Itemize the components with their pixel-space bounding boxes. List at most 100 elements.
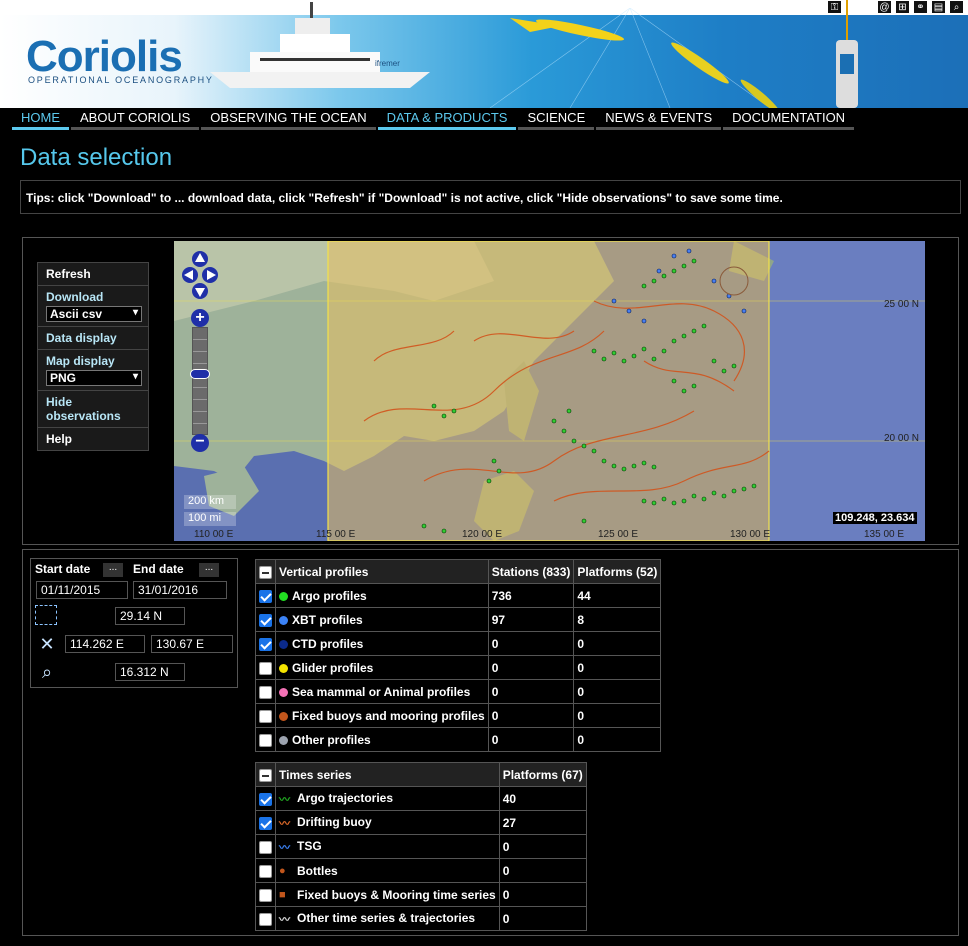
time-series-table: Times series Platforms (67) 〰 Argo trajec… [255,762,587,931]
zoom-slider-handle[interactable] [190,369,210,379]
data-display-button[interactable]: Data display [38,327,148,350]
series-label: Other time series & trajectories [297,910,476,925]
profile-label: CTD profiles [292,636,364,651]
profile-checkbox[interactable] [259,685,272,699]
select-box-icon[interactable] [35,605,57,625]
south-field[interactable]: 16.312 N [115,663,185,681]
ts-platforms-header: Platforms (67) [498,762,587,787]
map-display-button[interactable]: Map display [46,354,115,368]
map-format-select[interactable]: PNG ▾ [46,370,142,386]
trajectory-icon: 〰 [279,793,290,806]
profile-label-cell: Glider profiles [275,655,489,680]
profile-checkbox[interactable] [259,613,272,627]
checkbox-cell [255,906,276,931]
lon-label-120: 120 00 E [462,529,503,540]
profile-checkbox[interactable] [259,589,272,603]
nav-news-events[interactable]: NEWS & EVENTS [596,108,722,130]
zoom-area-icon[interactable]: ⌕ [35,661,59,683]
end-date-picker-button[interactable]: ... [199,563,219,577]
download-section: Download Ascii csv ▾ [38,286,148,327]
end-date-label: End date [133,562,184,576]
series-checkbox[interactable] [259,888,272,902]
platforms-cell: 0 [498,858,587,883]
zoom-in-button[interactable]: + [191,309,209,327]
stations-cell: 0 [487,679,575,704]
link-icon[interactable]: ⚭ [913,0,928,14]
checkbox-cell [255,655,276,680]
checkbox-cell [255,607,276,632]
profile-checkbox[interactable] [259,637,272,651]
utility-icons: ⚿ @ ⊞ ⚭ ▤ ⌕ [827,0,964,14]
select-all-checkbox[interactable] [259,565,272,579]
start-date-field[interactable]: 01/11/2015 [36,581,128,599]
series-label: TSG [297,838,322,853]
checkbox-cell [255,858,276,883]
profile-checkbox[interactable] [259,733,272,747]
download-format-select[interactable]: Ascii csv ▾ [46,306,142,322]
east-field[interactable]: 130.67 E [151,635,233,653]
download-button[interactable]: Download [46,290,103,304]
start-date-picker-button[interactable]: ... [103,563,123,577]
stations-cell: 0 [487,703,575,728]
pan-control[interactable] [182,249,218,301]
refresh-button[interactable]: Refresh [38,263,148,286]
series-label: Bottles [297,863,338,878]
hide-observations-button[interactable]: Hide observations [38,391,148,428]
scale-km: 200 km [184,495,236,509]
stations-header: Stations (833) [487,559,575,584]
help-button[interactable]: Help [38,428,148,450]
buoy-illustration [836,0,858,108]
trajectory-icon: ● [279,865,286,878]
platforms-cell: 0 [498,834,587,859]
series-checkbox[interactable] [259,864,272,878]
profile-label: Other profiles [292,732,371,747]
zoom-slider-track[interactable] [192,327,208,435]
profile-dot-icon [279,711,288,721]
main-nav: HOME ABOUT CORIOLIS OBSERVING THE OCEAN … [0,108,968,130]
select-all-checkbox[interactable] [259,768,272,782]
at-icon[interactable]: @ [877,0,892,14]
checkbox-cell [255,810,276,835]
series-checkbox[interactable] [259,840,272,854]
profile-checkbox[interactable] [259,661,272,675]
profile-dot-icon [279,639,288,649]
table-row: Argo profiles 736 44 [255,583,662,608]
vertical-profiles-table: Vertical profiles Stations (833) Platfor… [255,559,662,752]
profile-label: Argo profiles [292,588,367,603]
series-label: Fixed buoys & Mooring time series [297,887,496,902]
nav-home[interactable]: HOME [12,108,69,130]
checkbox-cell [255,679,276,704]
nav-observing-the-ocean[interactable]: OBSERVING THE OCEAN [201,108,376,130]
series-checkbox[interactable] [259,792,272,806]
table-row: Other profiles 0 0 [255,727,662,752]
series-label-cell: 〰 Other time series & trajectories [275,906,500,931]
table-row: Fixed buoys and mooring profiles 0 0 [255,703,662,728]
stations-cell: 0 [487,631,575,656]
platforms-cell: 0 [573,727,662,752]
nav-documentation[interactable]: DOCUMENTATION [723,108,855,130]
zoom-out-button[interactable]: − [191,434,209,452]
west-field[interactable]: 114.262 E [65,635,145,653]
profile-checkbox[interactable] [259,709,272,723]
profile-dot-icon [279,735,288,745]
sitemap-icon[interactable]: ⊞ [895,0,910,14]
download-format-value: Ascii csv [50,307,103,321]
reset-area-icon[interactable]: ✕ [35,633,59,655]
key-icon[interactable]: ⚿ [827,0,842,14]
series-label-cell: ● Bottles [275,858,500,883]
series-checkbox[interactable] [259,912,272,926]
profile-dot-icon [279,687,288,697]
nav-science[interactable]: SCIENCE [518,108,595,130]
profile-label-cell: Other profiles [275,727,489,752]
nav-data-products[interactable]: DATA & PRODUCTS [377,108,517,130]
north-field[interactable]: 29.14 N [115,607,185,625]
nav-about-coriolis[interactable]: ABOUT CORIOLIS [71,108,200,130]
series-label-cell: ■ Fixed buoys & Mooring time series [275,882,500,907]
map-view[interactable]: + − [174,241,925,541]
search-icon[interactable]: ⌕ [949,0,964,14]
print-icon[interactable]: ▤ [931,0,946,14]
series-checkbox[interactable] [259,816,272,830]
end-date-field[interactable]: 31/01/2016 [133,581,227,599]
platforms-cell: 44 [573,583,662,608]
tips-box: Tips: click "Download" to ... download d… [20,180,961,214]
